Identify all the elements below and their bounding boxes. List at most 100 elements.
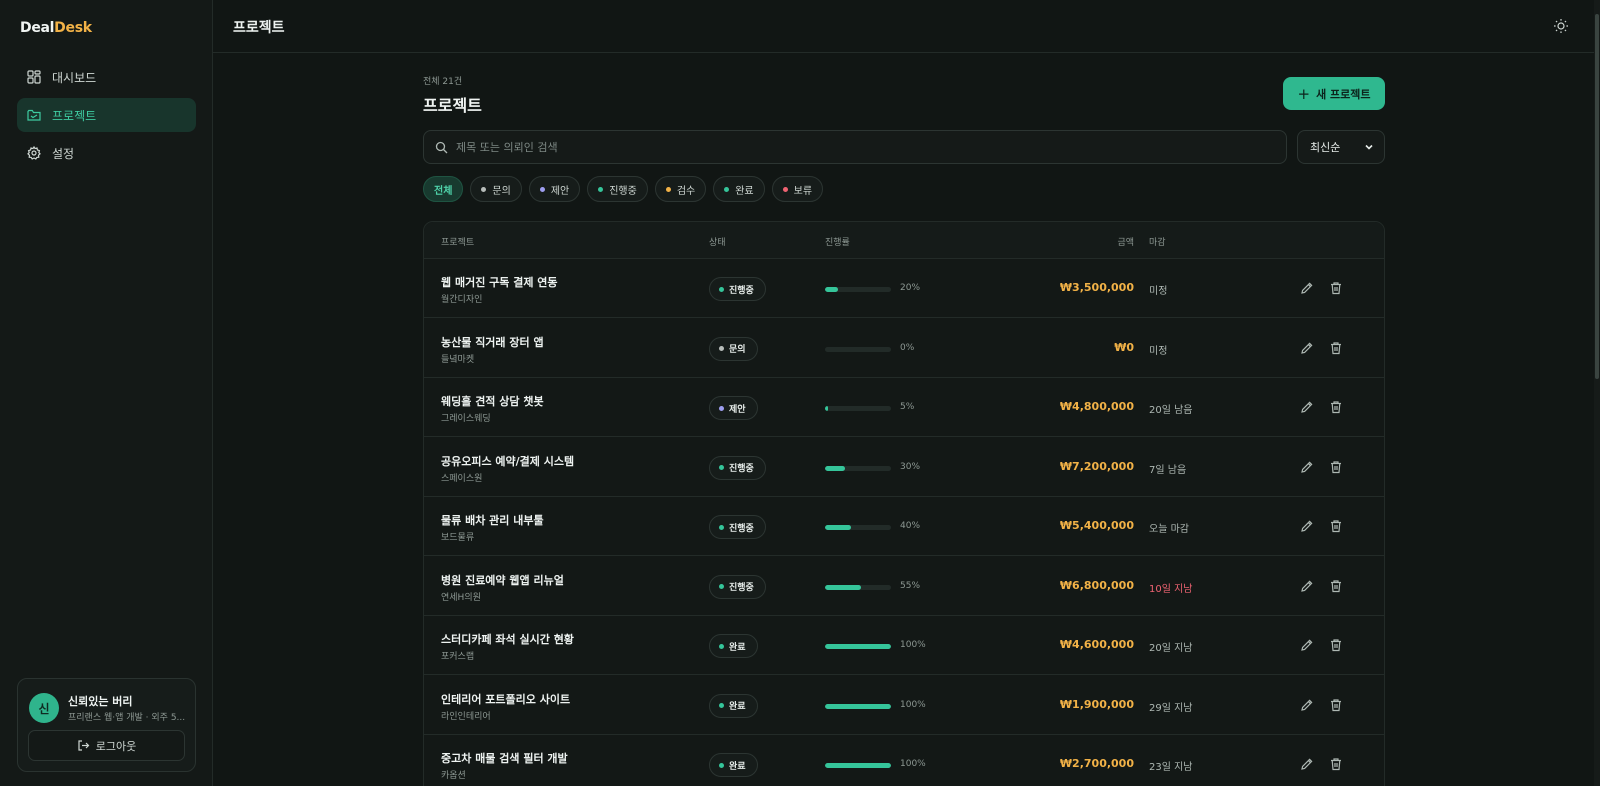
status-dot (719, 643, 724, 649)
due-status: 미정 (1149, 345, 1168, 357)
top-bar: 프로젝트 (213, 0, 1594, 53)
progress-bar (825, 406, 891, 411)
scrollbar-thumb[interactable] (1595, 14, 1599, 379)
progress-bar (825, 346, 891, 352)
project-title[interactable]: 공유오피스 예약/결제 시스템 (441, 453, 574, 469)
project-title[interactable]: 중고차 매물 검색 필터 개발 (441, 750, 568, 766)
column-header-project[interactable]: 프로젝트 (441, 235, 474, 248)
filter-chip-hold[interactable]: 보류 (771, 176, 824, 202)
edit-icon[interactable] (1300, 638, 1314, 652)
filter-chip-all[interactable]: 전체 (423, 176, 464, 202)
trash-icon[interactable] (1329, 400, 1343, 414)
progress-fill (825, 287, 839, 292)
filter-chip-review[interactable]: 검수 (654, 176, 707, 202)
status-label: 제안 (729, 404, 746, 415)
search-icon (435, 141, 448, 153)
edit-icon[interactable] (1300, 519, 1314, 533)
progress-percent: 100% (900, 759, 926, 769)
filter-chip-done[interactable]: 완료 (713, 176, 765, 202)
trash-icon[interactable] (1329, 519, 1343, 533)
trash-icon[interactable] (1329, 579, 1343, 593)
project-amount: ₩3,500,000 (1059, 281, 1134, 294)
logout-button[interactable]: 로그아웃 (28, 730, 185, 761)
table-row[interactable]: 물류 배차 관리 내부툴 보드물류 진행중 40% ₩5,400,000 오늘 마감 (424, 497, 1384, 556)
filter-chip-proposal[interactable]: 제안 (528, 176, 581, 202)
project-title[interactable]: 스터디카페 좌석 실시간 현황 (441, 631, 574, 647)
project-client: 라인인테리어 (441, 711, 491, 722)
table-row[interactable]: 인테리어 포트폴리오 사이트 라인인테리어 완료 100% ₩1,900,000 29일 … (424, 676, 1384, 735)
logout-label: 로그아웃 (95, 739, 137, 753)
status-dot (719, 286, 724, 292)
status-dot (719, 346, 724, 351)
edit-icon[interactable] (1300, 281, 1314, 295)
column-header-amount[interactable]: 금액 (984, 235, 1134, 248)
filter-label: 제안 (550, 185, 570, 197)
edit-icon[interactable] (1300, 400, 1314, 414)
project-amount: ₩4,600,000 (1059, 638, 1134, 651)
table-row[interactable]: 웨딩홀 견적 상담 챗봇 그레이스웨딩 제안 5% ₩4,800,000 20일 남음 (424, 378, 1384, 437)
column-header-due[interactable]: 마감 (1149, 235, 1166, 248)
sidebar-item-label: 프로젝트 (52, 108, 97, 123)
trash-icon[interactable] (1329, 638, 1343, 652)
edit-icon[interactable] (1300, 698, 1314, 712)
filter-label: 전체 (434, 185, 453, 197)
progress-percent: 5% (900, 402, 915, 412)
project-title[interactable]: 웹 매거진 구독 결제 연동 (441, 274, 558, 290)
sidebar-item-projects[interactable]: 프로젝트 (17, 98, 196, 132)
sidebar-item-settings[interactable]: 설정 (17, 136, 196, 170)
project-title[interactable]: 병원 진료예약 웹앱 리뉴얼 (441, 572, 564, 588)
project-amount: ₩6,800,000 (1059, 578, 1134, 592)
due-status: 23일 지남 (1149, 762, 1193, 773)
search-box[interactable] (423, 130, 1287, 164)
table-row[interactable]: 공유오피스 예약/결제 시스템 스페이스원 진행중 30% ₩7,200,000 7일 남… (424, 438, 1384, 497)
logo-main: Deal (20, 20, 55, 36)
search-input[interactable] (456, 140, 1256, 154)
dashboard-icon (27, 70, 41, 84)
due-status: 미정 (1149, 286, 1168, 297)
project-amount: ₩1,900,000 (1059, 697, 1134, 711)
status-dot (724, 186, 730, 192)
sidebar-item-dashboard[interactable]: 대시보드 (17, 60, 196, 94)
new-project-button[interactable]: + 새 프로젝트 (1283, 77, 1385, 110)
column-header-progress[interactable]: 진행률 (825, 235, 850, 248)
project-title[interactable]: 인테리어 포트폴리오 사이트 (441, 691, 570, 707)
column-header-status[interactable]: 상태 (709, 235, 726, 248)
project-title[interactable]: 웨딩홀 견적 상담 챗봇 (441, 393, 544, 409)
filter-label: 진행중 (609, 185, 637, 197)
progress-bar (825, 703, 891, 709)
table-row[interactable]: 농산물 직거래 장터 앱 들녘마켓 문의 0% ₩0 미정 (424, 319, 1384, 378)
table-row[interactable]: 웹 매거진 구독 결제 연동 월간디자인 진행중 20% ₩3,500,000 미정 (424, 259, 1384, 318)
status-dot (782, 186, 788, 192)
new-project-label: 새 프로젝트 (1316, 87, 1371, 101)
progress-fill (825, 465, 845, 471)
status-dot (719, 762, 724, 768)
header-title: 프로젝트 (233, 20, 285, 36)
edit-icon[interactable] (1300, 460, 1314, 474)
project-title[interactable]: 물류 배차 관리 내부툴 (441, 512, 544, 528)
filter-label: 문의 (492, 185, 511, 197)
status-badge: 완료 (709, 634, 758, 658)
trash-icon[interactable] (1329, 757, 1343, 771)
filter-chip-in-progress[interactable]: 진행중 (587, 176, 648, 202)
project-title[interactable]: 농산물 직거래 장터 앱 (441, 334, 544, 350)
progress-fill (825, 763, 891, 768)
table-row[interactable]: 스터디카페 좌석 실시간 현황 포커스랩 완료 100% ₩4,600,000 20일 지… (424, 616, 1384, 675)
table-row[interactable]: 중고차 매물 검색 필터 개발 카옵션 완료 100% ₩2,700,000 23일 지남 (424, 735, 1384, 786)
sort-select[interactable]: 최신순 (1297, 130, 1385, 164)
due-status: 20일 남음 (1149, 405, 1193, 416)
edit-icon[interactable] (1300, 341, 1314, 355)
app-logo[interactable]: DealDesk (20, 20, 92, 36)
filter-chip-inquiry[interactable]: 문의 (470, 176, 522, 202)
trash-icon[interactable] (1329, 281, 1343, 295)
project-amount: ₩5,400,000 (1059, 519, 1134, 532)
trash-icon[interactable] (1329, 341, 1343, 355)
edit-icon[interactable] (1300, 757, 1314, 771)
page-scrollbar[interactable] (1594, 0, 1600, 786)
sun-icon[interactable] (1553, 18, 1569, 34)
trash-icon[interactable] (1329, 698, 1343, 712)
table-row[interactable]: 병원 진료예약 웹앱 리뉴얼 연세H의원 진행중 55% ₩6,800,000 10일 지… (424, 557, 1384, 616)
edit-icon[interactable] (1300, 579, 1314, 593)
status-dot (481, 186, 487, 192)
status-label: 완료 (729, 642, 746, 653)
trash-icon[interactable] (1329, 460, 1343, 474)
